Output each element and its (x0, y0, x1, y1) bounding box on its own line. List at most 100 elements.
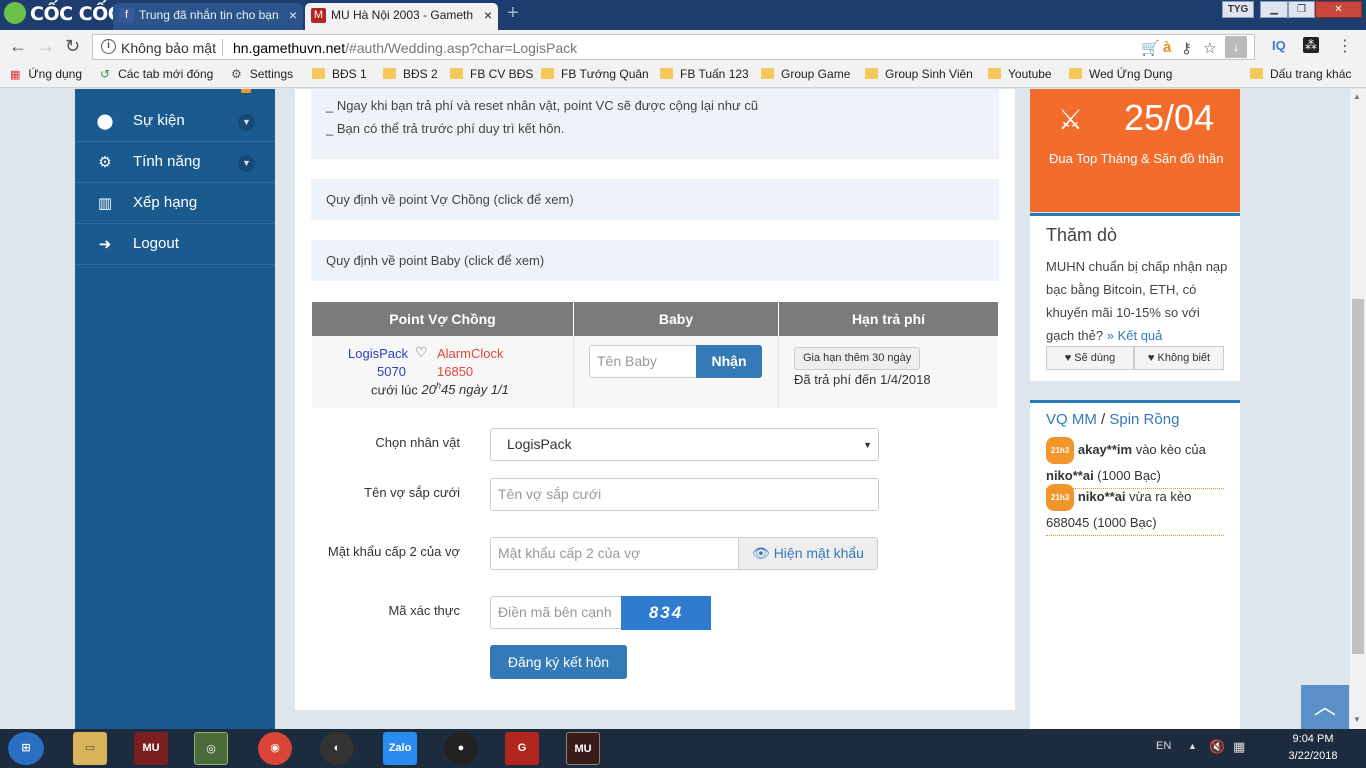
bookmark-group-sinh-vien[interactable]: Group Sinh Viên (865, 67, 973, 81)
sidebar-item-logout[interactable]: ➜ Logout (75, 224, 275, 265)
sidebar-item-label: Tính năng (133, 153, 201, 170)
baby-points-rules-label: Quy định về point Baby (click để xem) (326, 253, 545, 268)
vq-mm-link[interactable]: VQ MM (1046, 411, 1097, 428)
bookmark-fb-tuan-123[interactable]: FB Tuấn 123 (660, 67, 749, 81)
explorer-icon[interactable]: ▭ (73, 732, 107, 765)
chevron-down-icon[interactable]: ▼ (238, 114, 255, 131)
scrollbar-thumb[interactable] (1352, 299, 1364, 654)
download-icon[interactable]: ↓ (1225, 36, 1247, 58)
baby-points-rules[interactable]: Quy định về point Baby (click để xem) (311, 240, 999, 281)
character-select[interactable]: LogisPack ▼ (490, 428, 879, 461)
url-text[interactable]: hn.gamethuvn.net/#auth/Wedding.asp?char=… (233, 40, 577, 56)
mu-game-icon[interactable]: MU (134, 732, 168, 765)
cart-icon[interactable]: 🛒 (1141, 39, 1160, 57)
bookmark-closed-tabs[interactable]: ↺ Các tab mới đóng (100, 67, 213, 81)
start-button[interactable]: ⊞ (8, 732, 44, 765)
clock-time[interactable]: 9:04 PM (1283, 733, 1343, 745)
poll-option-dont-know[interactable]: ♥ Không biết (1134, 346, 1224, 370)
notice-line-1: _ Ngay khi bạn trả phí và reset nhân vật… (326, 98, 759, 113)
bookmark-bds2[interactable]: BĐS 2 (383, 67, 438, 81)
folder-icon (761, 68, 774, 80)
forward-icon[interactable]: → (37, 36, 55, 57)
translate-icon[interactable]: à (1163, 39, 1171, 56)
profile-label: TYG (1227, 4, 1249, 15)
bookmark-label: Group Sinh Viên (885, 67, 973, 81)
baby-name-input[interactable]: Tên Baby (589, 345, 697, 378)
chevron-up-icon: ︿ (1313, 694, 1336, 719)
folder-icon (541, 68, 554, 80)
new-tab-button[interactable]: + (507, 3, 527, 23)
close-tab-icon[interactable]: × (289, 3, 297, 27)
chevron-down-icon: ▼ (863, 440, 872, 450)
bookmark-wed-ung-dung[interactable]: Wed Ứng Dụng (1069, 67, 1172, 81)
other-bookmarks[interactable]: Dấu trang khác (1250, 67, 1351, 81)
iq-extension-icon[interactable]: IQ (1272, 38, 1286, 53)
garena-icon[interactable]: G (505, 732, 539, 765)
spouse-name-input[interactable]: Tên vợ sắp cưới (490, 478, 879, 511)
scroll-down-icon[interactable]: ▼ (1353, 715, 1361, 724)
chevron-down-icon[interactable]: ▼ (238, 155, 255, 172)
minimize-button[interactable]: ▁ (1260, 1, 1288, 18)
close-tab-icon[interactable]: × (484, 3, 492, 27)
poll-result-link[interactable]: » Kết quả (1107, 328, 1163, 343)
captcha-input[interactable]: Điền mã bên cạnh (490, 596, 622, 629)
receive-baby-button[interactable]: Nhận (696, 345, 762, 378)
tab-mu-hanoi[interactable]: M MU Hà Nội 2003 - Gameth × (305, 3, 498, 30)
blackberry-extension-icon[interactable]: ⁂ (1303, 37, 1319, 53)
clock-date[interactable]: 3/22/2018 (1281, 750, 1345, 762)
info-icon[interactable]: i (101, 39, 116, 54)
show-password-button[interactable]: 👁 Hiện mật khẩu (738, 537, 878, 570)
bookmark-settings[interactable]: ⚙ Settings (231, 67, 293, 81)
list-item: 21h3 akay**im vào kèo của niko**ai (1000… (1046, 437, 1224, 489)
chrome-icon[interactable]: ◉ (258, 732, 292, 765)
obs-icon[interactable]: ◐ (320, 732, 354, 765)
star-icon[interactable]: ☆ (1203, 39, 1216, 57)
network-icon[interactable]: ▦ (1233, 739, 1245, 755)
spouse-points-rules-label: Quy định về point Vợ Chồng (click để xem… (326, 192, 574, 207)
close-window-button[interactable]: ✕ (1315, 1, 1362, 18)
tray-chevron-icon[interactable]: ▲ (1188, 741, 1197, 751)
poll-option-will-use[interactable]: ♥ Sẽ dùng (1046, 346, 1134, 370)
tab-facebook[interactable]: f Trung đã nhắn tin cho bạn × (113, 3, 303, 30)
extend-30-days-button[interactable]: Gia hạn thêm 30 ngày (794, 347, 921, 370)
bookmark-youtube[interactable]: Youtube (988, 67, 1052, 81)
promo-banner[interactable]: ⚔ 25/04 Đua Top Tháng & Săn đồ thần (1030, 89, 1240, 212)
page-scrollbar[interactable]: ▲ ▼ (1350, 89, 1366, 729)
column-header-baby: Baby (574, 302, 778, 336)
sidebar-item-su-kien[interactable]: ⬤ Sự kiện ▼ (75, 101, 275, 142)
husband-name[interactable]: LogisPack (348, 346, 408, 361)
scroll-to-top-button[interactable]: ︿ (1301, 685, 1349, 729)
bookmark-fb-tuong-quan[interactable]: FB Tướng Quân (541, 67, 649, 81)
spouse-points-rules[interactable]: Quy định về point Vợ Chồng (click để xem… (311, 179, 999, 220)
security-label[interactable]: Không bảo mật (121, 40, 216, 56)
heart-icon: ♥ (1064, 352, 1075, 364)
bookmark-apps[interactable]: ▦ Ứng dụng (10, 67, 82, 81)
language-indicator[interactable]: EN (1156, 740, 1171, 752)
bookmark-bds1[interactable]: BĐS 1 (312, 67, 367, 81)
spouse-password-input[interactable]: Mật khẩu cấp 2 của vợ (490, 537, 739, 570)
maximize-button[interactable]: ❐ (1288, 1, 1315, 18)
main-content: _ Ngay khi bạn trả phí và reset nhân vật… (295, 89, 1015, 710)
bookmark-group-game[interactable]: Group Game (761, 67, 850, 81)
bookmark-fb-cv-bds[interactable]: FB CV BĐS (450, 67, 533, 81)
sidebar-item-tinh-nang[interactable]: ⚙ Tính năng ▼ (75, 142, 275, 183)
folder-icon (865, 68, 878, 80)
back-icon[interactable]: ← (9, 36, 27, 57)
zalo-icon[interactable]: Zalo (383, 732, 417, 765)
scroll-up-icon[interactable]: ▲ (1353, 92, 1361, 101)
menu-icon[interactable]: ⋮ (1337, 36, 1353, 56)
reload-icon[interactable]: ↻ (65, 36, 80, 57)
mu-launcher-icon[interactable]: MU (566, 732, 600, 765)
spin-rong-link[interactable]: Spin Rồng (1109, 411, 1179, 428)
sidebar-item-xep-hang[interactable]: ▥ Xếp hạng (75, 183, 275, 224)
address-bar[interactable]: i Không bảo mật hn.gamethuvn.net/#auth/W… (92, 34, 1255, 60)
speaker-muted-icon[interactable]: 🔇 (1209, 739, 1225, 755)
coccoc-taskbar-icon[interactable]: ◎ (194, 732, 228, 765)
sidebar-item-label: Sự kiện (133, 112, 185, 129)
recorder-icon[interactable]: ● (444, 732, 478, 765)
register-marriage-button[interactable]: Đăng ký kết hôn (490, 645, 627, 679)
wife-name[interactable]: AlarmClock (437, 346, 503, 361)
profile-button[interactable]: TYG (1222, 1, 1254, 18)
key-icon[interactable]: ⚷ (1181, 39, 1192, 57)
coccoc-logo[interactable]: CỐC CỐC (4, 1, 122, 26)
